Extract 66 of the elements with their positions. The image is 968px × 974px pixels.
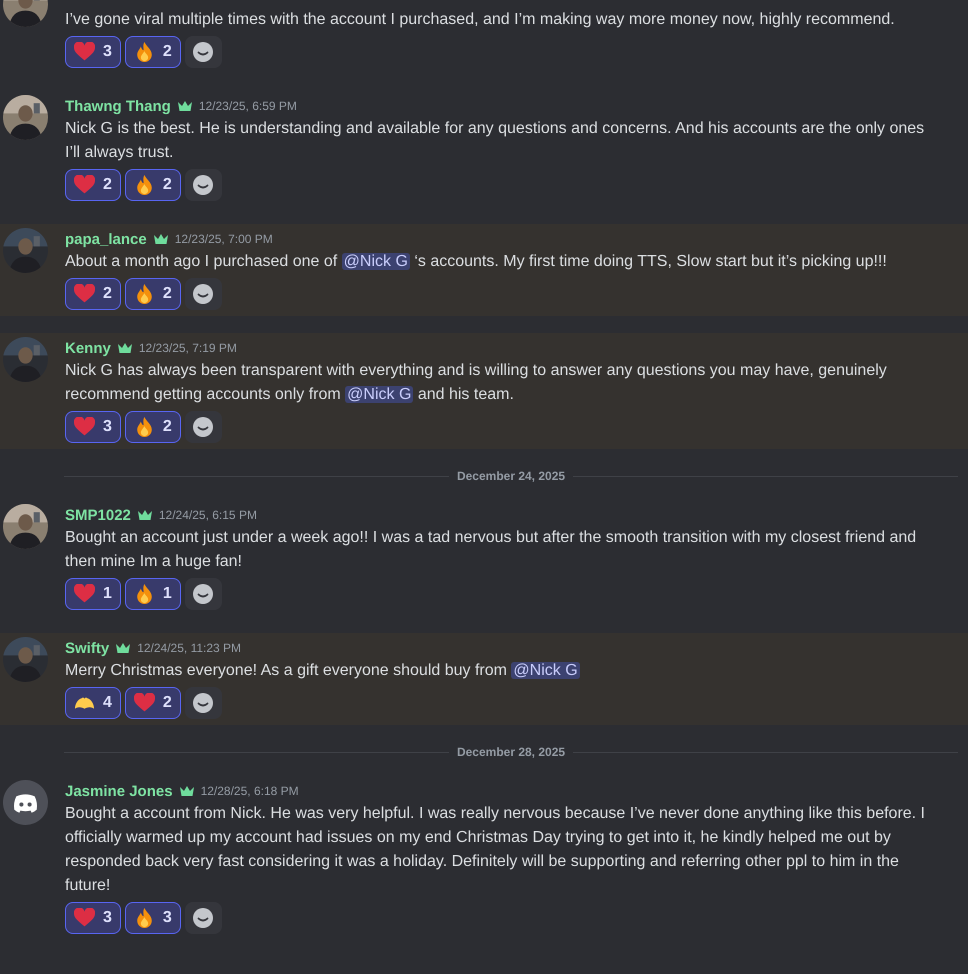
heart-icon bbox=[74, 42, 95, 62]
message-text: About a month ago I purchased one of @Nick G ‘s accounts. My first time doing TTS, Slow start but it’s picking up!!! bbox=[65, 252, 888, 272]
emoji-icon bbox=[193, 284, 214, 304]
crown-icon bbox=[178, 785, 195, 797]
reaction-button[interactable]: 2 bbox=[124, 687, 181, 719]
heart-icon bbox=[134, 693, 155, 713]
emoji-icon bbox=[193, 417, 214, 437]
reaction-button[interactable]: 1 bbox=[65, 578, 121, 610]
crown-icon bbox=[152, 233, 169, 245]
message-text: Bought an account just under a week ago!! I was a tad nervous but after the smooth transition with my closest friend and then mine Im a huge fan! bbox=[65, 528, 918, 572]
reaction-button[interactable]: 3 bbox=[65, 411, 121, 443]
emoji-icon bbox=[193, 908, 214, 928]
crown-icon bbox=[176, 100, 193, 112]
add-reaction-button[interactable] bbox=[184, 36, 222, 68]
emoji-icon bbox=[193, 42, 214, 62]
emoji-icon bbox=[193, 584, 214, 604]
reaction-button[interactable]: 2 bbox=[124, 169, 181, 201]
user-mention[interactable]: @Nick G bbox=[342, 253, 410, 270]
reaction-button[interactable]: 2 bbox=[65, 169, 121, 201]
heart-icon bbox=[74, 417, 95, 437]
add-reaction-button[interactable] bbox=[184, 411, 222, 443]
add-reaction-button[interactable] bbox=[184, 278, 222, 310]
add-reaction-button[interactable] bbox=[184, 578, 222, 610]
add-reaction-button[interactable] bbox=[184, 169, 222, 201]
reaction-button[interactable]: 4 bbox=[65, 687, 121, 719]
message-text: I’ve gone viral multiple times with the account I purchased, and I’m making way more money now, highly recommend. bbox=[65, 10, 896, 30]
timestamp: 12/23/25, 7:19 PM bbox=[138, 341, 237, 355]
date-divider: December 24, 2025 bbox=[456, 469, 566, 483]
username[interactable]: Swifty bbox=[65, 640, 110, 656]
timestamp: 12/28/25, 6:18 PM bbox=[200, 784, 299, 798]
timestamp: 12/24/25, 11:23 PM bbox=[137, 641, 242, 655]
heart-icon bbox=[74, 908, 95, 928]
heart-icon bbox=[74, 584, 95, 604]
crown-icon bbox=[115, 642, 132, 654]
heart-icon bbox=[74, 175, 95, 195]
crown-icon bbox=[136, 509, 153, 521]
emoji-icon bbox=[193, 175, 214, 195]
emoji-icon bbox=[193, 693, 214, 713]
username[interactable]: Thawng Thang bbox=[65, 98, 171, 114]
timestamp: 12/23/25, 7:00 PM bbox=[174, 232, 273, 246]
reaction-button[interactable]: 3 bbox=[65, 902, 121, 934]
message-text: Nick G has always been transparent with everything and is willing to answer any questions you may have, genuinely recommend getting accounts only from @Nick G and his team. bbox=[65, 361, 888, 405]
user-mention[interactable]: @Nick G bbox=[511, 662, 580, 679]
add-reaction-button[interactable] bbox=[184, 902, 222, 934]
crown-icon bbox=[116, 342, 133, 354]
message-text: Nick G is the best. He is understanding and available for any questions and concerns. And his accounts are the only ones I’ll always trust. bbox=[65, 119, 926, 163]
heart-icon bbox=[74, 284, 95, 304]
reaction-button[interactable]: 2 bbox=[124, 411, 181, 443]
add-reaction-button[interactable] bbox=[184, 687, 222, 719]
reaction-button[interactable]: 2 bbox=[124, 36, 181, 68]
username[interactable]: Jasmine Jones bbox=[65, 782, 173, 800]
reaction-button[interactable]: 3 bbox=[124, 902, 181, 934]
username[interactable]: SMP1022 bbox=[65, 506, 131, 524]
username[interactable]: Kenny bbox=[65, 340, 111, 356]
reaction-button[interactable]: 3 bbox=[65, 36, 121, 68]
reaction-button[interactable]: 2 bbox=[65, 278, 121, 310]
avatar-icon[interactable] bbox=[3, 780, 48, 825]
reaction-button[interactable]: 2 bbox=[124, 278, 181, 310]
user-mention[interactable]: @Nick G bbox=[345, 386, 414, 403]
message-text: Bought a account from Nick. He was very helpful. I was really nervous because I’ve never done anything like this before. I officially warmed up my account had issues on my end Christmas Day trying to get into it, he kindly helped me out by responded back very fast considering it was a holiday. Definitely will be supporting and referring other ppl to him in the future! bbox=[65, 804, 926, 896]
timestamp: 12/23/25, 6:59 PM bbox=[198, 99, 297, 113]
message-text: Merry Christmas everyone! As a gift everyone should buy from @Nick G bbox=[65, 661, 581, 681]
username[interactable]: papa_lance bbox=[65, 230, 147, 248]
reaction-button[interactable]: 1 bbox=[124, 578, 181, 610]
date-divider: December 28, 2025 bbox=[456, 745, 566, 759]
timestamp: 12/24/25, 6:15 PM bbox=[158, 508, 257, 522]
